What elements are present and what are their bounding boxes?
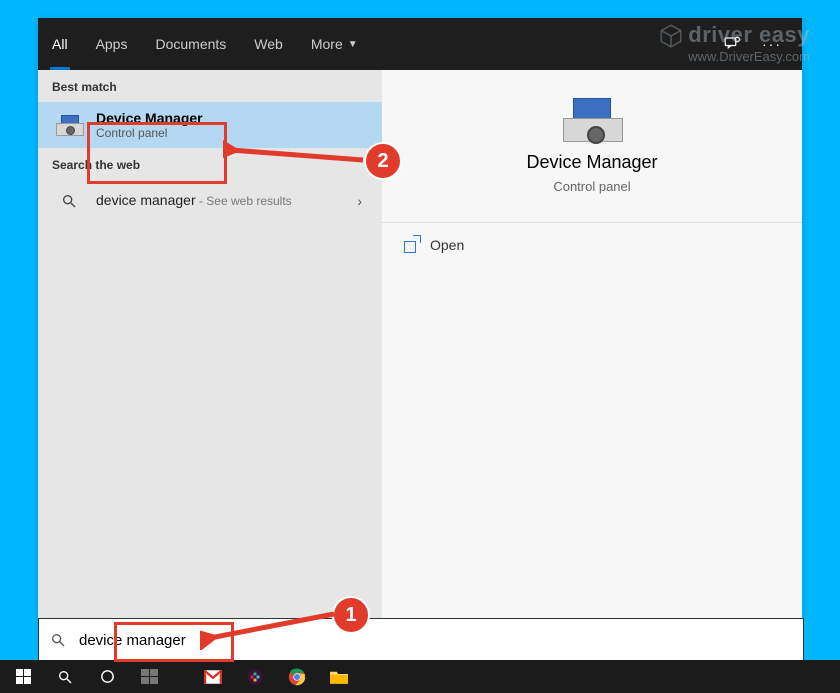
taskbar-app-chrome[interactable] bbox=[280, 663, 314, 691]
detail-title: Device Manager bbox=[526, 152, 657, 173]
results-list: Best match Device Manager Control panel … bbox=[38, 70, 382, 618]
open-icon bbox=[404, 238, 418, 252]
task-view-button[interactable] bbox=[132, 663, 166, 691]
chevron-right-icon: › bbox=[357, 193, 368, 209]
search-input[interactable] bbox=[77, 631, 803, 650]
result-title: Device Manager bbox=[96, 110, 203, 126]
taskbar-app-slack[interactable] bbox=[238, 663, 272, 691]
cortana-button[interactable] bbox=[90, 663, 124, 691]
tab-all[interactable]: All bbox=[38, 18, 82, 70]
detail-subtitle: Control panel bbox=[553, 179, 630, 194]
start-search-panel: All Apps Documents Web More▼ ··· Best ma… bbox=[38, 18, 802, 618]
tab-documents[interactable]: Documents bbox=[141, 18, 240, 70]
device-manager-icon bbox=[56, 112, 82, 138]
result-subtitle: Control panel bbox=[96, 126, 203, 140]
detail-pane: Device Manager Control panel Open bbox=[382, 70, 802, 618]
tab-more[interactable]: More▼ bbox=[297, 18, 372, 70]
start-button[interactable] bbox=[6, 663, 40, 691]
web-query-text: device manager bbox=[96, 192, 196, 208]
web-suffix: - See web results bbox=[196, 194, 292, 208]
options-button[interactable]: ··· bbox=[758, 30, 786, 58]
result-device-manager[interactable]: Device Manager Control panel bbox=[38, 102, 382, 148]
search-tabs: All Apps Documents Web More▼ ··· bbox=[38, 18, 802, 70]
taskbar-search-button[interactable] bbox=[48, 663, 82, 691]
tab-apps[interactable]: Apps bbox=[82, 18, 142, 70]
chevron-down-icon: ▼ bbox=[348, 39, 358, 50]
section-best-match: Best match bbox=[38, 70, 382, 102]
taskbar-app-explorer[interactable] bbox=[322, 663, 356, 691]
section-search-web: Search the web bbox=[38, 148, 382, 180]
detail-icon bbox=[563, 96, 621, 146]
search-bar bbox=[38, 618, 804, 662]
action-open[interactable]: Open bbox=[382, 223, 802, 267]
taskbar bbox=[0, 660, 840, 693]
search-icon bbox=[56, 188, 82, 214]
tab-web[interactable]: Web bbox=[240, 18, 297, 70]
taskbar-app-gmail[interactable] bbox=[196, 663, 230, 691]
search-icon bbox=[39, 632, 77, 648]
action-open-label: Open bbox=[430, 237, 464, 253]
result-web-search[interactable]: device manager - See web results › bbox=[38, 180, 382, 222]
feedback-button[interactable] bbox=[718, 30, 746, 58]
